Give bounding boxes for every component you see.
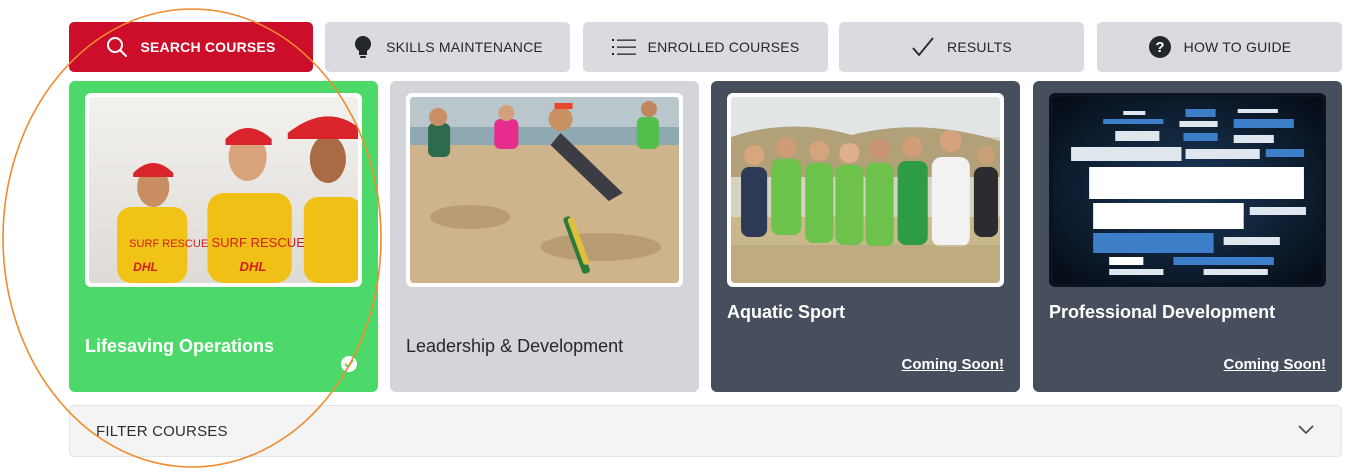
- tab-search-courses[interactable]: SEARCH COURSES: [69, 22, 313, 72]
- tab-label: SKILLS MAINTENANCE: [386, 39, 543, 55]
- tab-skills-maintenance[interactable]: SKILLS MAINTENANCE: [325, 22, 570, 72]
- check-circle-icon: [340, 355, 358, 378]
- list-icon: [611, 38, 636, 56]
- lightbulb-icon: [352, 35, 374, 59]
- card-title: Leadership & Development: [406, 336, 624, 356]
- card-title: Professional Development: [1049, 302, 1276, 322]
- card-title: Lifesaving Operations: [85, 336, 275, 356]
- tab-enrolled-courses[interactable]: ENROLLED COURSES: [583, 22, 828, 72]
- lifesavers-photo: SURF RESCUE DHL SURF RESCUE DHL: [85, 93, 362, 287]
- question-circle-icon: ?: [1148, 35, 1172, 59]
- course-nav-tabs: SEARCH COURSES SKILLS MAINTENANCE ENROLL…: [69, 22, 1342, 72]
- coming-soon-link[interactable]: Coming Soon!: [1224, 356, 1326, 373]
- tab-label: RESULTS: [947, 39, 1012, 55]
- shirt-text: SURF RESCUE: [129, 238, 208, 250]
- tab-label: SEARCH COURSES: [140, 39, 276, 55]
- course-card-professional-development[interactable]: Professional Development Coming Soon!: [1033, 81, 1342, 392]
- checkmark-icon: [911, 36, 935, 58]
- filter-courses-bar[interactable]: FILTER COURSES: [69, 405, 1342, 457]
- beach-flags-photo: [406, 93, 683, 287]
- course-card-aquatic-sport[interactable]: Aquatic Sport Coming Soon!: [711, 81, 1020, 392]
- tab-results[interactable]: RESULTS: [839, 22, 1084, 72]
- tab-how-to-guide[interactable]: ? HOW TO GUIDE: [1097, 22, 1342, 72]
- vocational-education-word-cloud: [1049, 93, 1326, 287]
- svg-text:?: ?: [1155, 39, 1164, 56]
- filter-courses-label: FILTER COURSES: [96, 423, 228, 440]
- chevron-down-icon[interactable]: [1297, 423, 1315, 441]
- course-card-lifesaving-operations[interactable]: SURF RESCUE DHL SURF RESCUE DHL Lifesavi…: [69, 81, 378, 392]
- shirt-text: SURF RESCUE: [211, 235, 305, 250]
- coming-soon-link[interactable]: Coming Soon!: [902, 356, 1004, 373]
- shirt-logo: DHL: [240, 259, 267, 274]
- course-card-leadership-development[interactable]: Leadership & Development: [390, 81, 699, 392]
- tab-label: ENROLLED COURSES: [647, 39, 800, 55]
- team-group-photo: [727, 93, 1004, 287]
- tab-label: HOW TO GUIDE: [1183, 39, 1292, 55]
- shirt-logo: DHL: [133, 260, 158, 274]
- card-title: Aquatic Sport: [727, 302, 846, 322]
- search-icon: [106, 36, 128, 58]
